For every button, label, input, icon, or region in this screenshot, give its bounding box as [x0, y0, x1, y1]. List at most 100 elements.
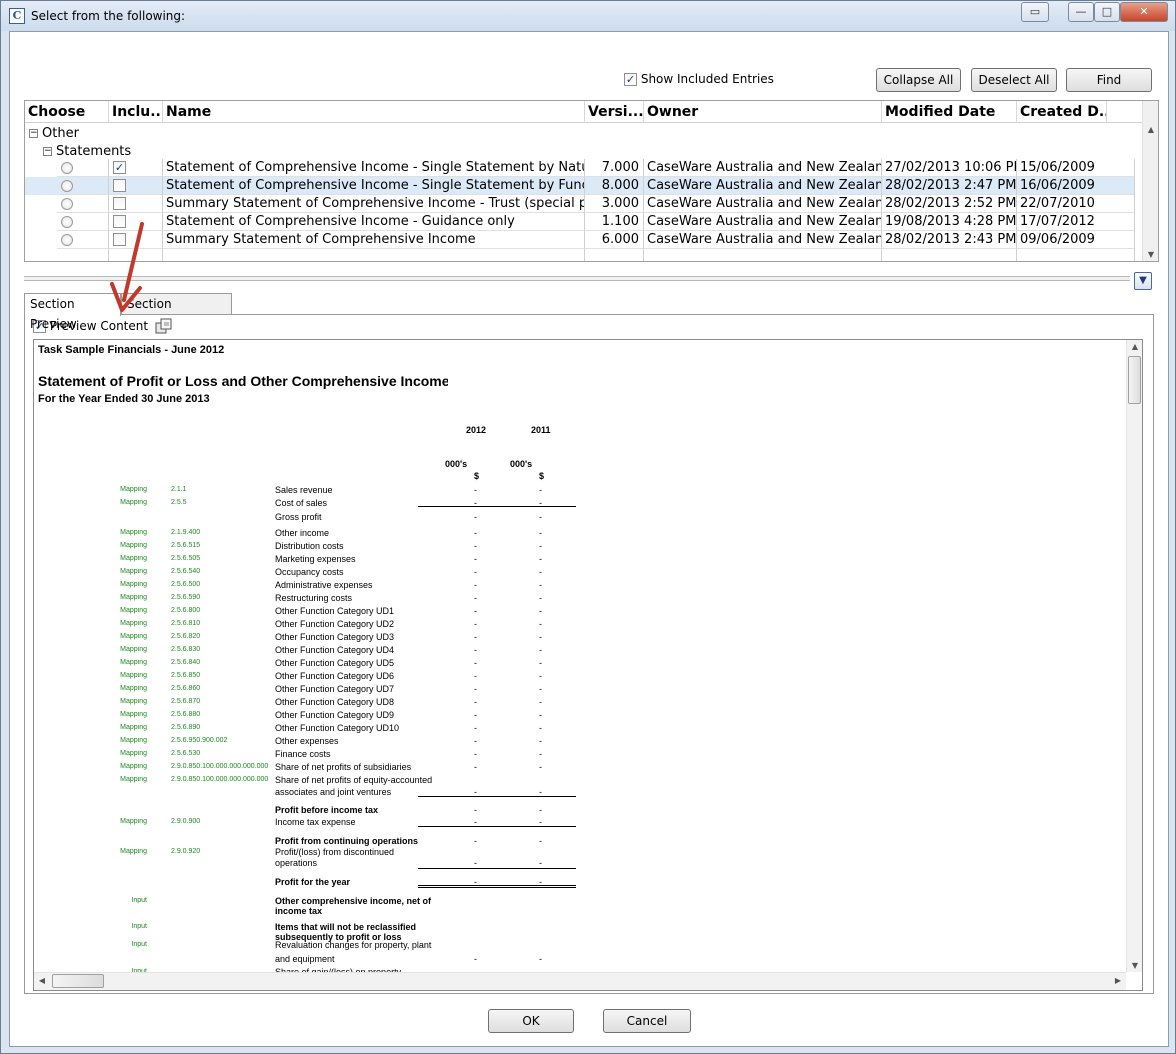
total-rule — [418, 796, 576, 797]
mapping-tag[interactable]: Mapping — [117, 529, 147, 536]
mapping-tag[interactable]: Mapping — [117, 724, 147, 731]
radio-button[interactable] — [61, 233, 73, 246]
grid-row[interactable]: Statement of Comprehensive Income - Sing… — [25, 177, 1135, 195]
preview-hscroll-thumb[interactable] — [52, 974, 104, 988]
mapping-tag[interactable]: Mapping — [117, 607, 147, 614]
mapping-tag[interactable]: Mapping — [117, 646, 147, 653]
col-included[interactable]: Inclu... — [109, 101, 163, 123]
value-2011: - — [539, 485, 542, 495]
row-included-checkbox[interactable] — [109, 177, 163, 195]
minimize-button[interactable]: — — [1068, 2, 1094, 22]
row-choose-radio[interactable] — [57, 195, 109, 213]
mapping-tag[interactable]: Mapping — [117, 633, 147, 640]
radio-button[interactable] — [61, 215, 73, 228]
ok-button[interactable]: OK — [488, 1009, 574, 1033]
mapping-tag[interactable]: Mapping — [117, 750, 147, 757]
close-window-button[interactable]: ✕ — [1120, 2, 1168, 22]
mapping-tag[interactable]: Mapping — [117, 581, 147, 588]
mapping-tag[interactable]: Mapping — [117, 698, 147, 705]
line-item-label: Other Function Category UD3 — [275, 632, 395, 642]
scroll-down-icon[interactable]: ▼ — [1143, 250, 1158, 259]
mapping-code: 2.9.0.900 — [171, 818, 201, 825]
mapping-tag[interactable]: Input — [117, 923, 147, 930]
mapping-tag[interactable]: Mapping — [117, 672, 147, 679]
find-button[interactable]: Find — [1066, 68, 1152, 92]
value-2012: - — [474, 697, 477, 707]
scroll-up-icon[interactable]: ▲ — [1143, 125, 1158, 134]
mapping-tag[interactable]: Mapping — [117, 763, 147, 770]
line-item-label: Finance costs — [275, 749, 331, 759]
scroll-down-icon[interactable]: ▼ — [1127, 961, 1142, 970]
scroll-left-icon[interactable]: ◀ — [34, 976, 50, 985]
mapping-tag[interactable]: Mapping — [117, 776, 147, 783]
value-2011: - — [539, 671, 542, 681]
show-included-toggle[interactable]: ✓ Show Included Entries — [624, 72, 774, 86]
col-owner[interactable]: Owner — [644, 101, 882, 123]
mapping-tag[interactable]: Mapping — [117, 542, 147, 549]
mapping-tag[interactable]: Mapping — [117, 818, 147, 825]
line-item-label: Restructuring costs — [275, 593, 353, 603]
mapping-tag[interactable]: Mapping — [117, 568, 147, 575]
mapping-tag[interactable]: Mapping — [117, 848, 147, 855]
grid-vertical-scrollbar[interactable]: ▲ ▼ — [1142, 101, 1158, 261]
value-2012: - — [474, 567, 477, 577]
row-included-checkbox[interactable] — [109, 195, 163, 213]
mapping-tag[interactable]: Mapping — [117, 594, 147, 601]
expand-panel-icon[interactable]: ▼ — [1134, 272, 1152, 290]
mapping-tag[interactable]: Mapping — [117, 499, 147, 506]
value-2011: - — [539, 580, 542, 590]
scroll-right-icon[interactable]: ▶ — [1110, 976, 1126, 985]
line-item-label: and equipment — [275, 954, 335, 964]
value-2011: - — [539, 710, 542, 720]
collapse-toggle-icon[interactable]: − — [29, 129, 38, 138]
cancel-button[interactable]: Cancel — [603, 1009, 691, 1033]
collapse-all-button[interactable]: Collapse All — [876, 68, 961, 92]
tab-section-preview[interactable]: Section Preview — [24, 293, 121, 331]
included-checkbox[interactable]: ✓ — [113, 161, 126, 174]
preview-vertical-scrollbar[interactable]: ▲ ▼ — [1126, 340, 1142, 972]
included-checkbox[interactable] — [113, 197, 126, 210]
group-other[interactable]: − Other — [29, 125, 79, 143]
col-created-date[interactable]: Created D... — [1017, 101, 1107, 123]
grid-row[interactable]: Summary Statement of Comprehensive Incom… — [25, 195, 1135, 213]
mapping-tag[interactable]: Mapping — [117, 486, 147, 493]
value-2011: - — [539, 606, 542, 616]
row-choose-radio[interactable] — [57, 177, 109, 195]
col-version[interactable]: Versi... — [585, 101, 644, 123]
mapping-tag[interactable]: Mapping — [117, 711, 147, 718]
mapping-tag[interactable]: Mapping — [117, 555, 147, 562]
col-name[interactable]: Name — [163, 101, 585, 123]
grid-row[interactable]: Statement of Comprehensive Income - Guid… — [25, 213, 1135, 231]
grid-row[interactable]: ✓ Statement of Comprehensive Income - Sin… — [25, 159, 1135, 177]
preview-horizontal-scrollbar[interactable]: ◀ ▶ — [34, 972, 1126, 990]
radio-button[interactable] — [61, 197, 73, 210]
collapse-toggle-icon[interactable]: − — [43, 147, 52, 156]
preview-vscroll-thumb[interactable] — [1128, 356, 1141, 404]
grid-row[interactable]: Summary Statement of Comprehensive Incom… — [25, 231, 1135, 249]
value-2012: - — [474, 632, 477, 642]
mapping-tag[interactable]: Input — [117, 941, 147, 948]
radio-button[interactable] — [61, 161, 73, 174]
mapping-tag[interactable]: Mapping — [117, 659, 147, 666]
row-included-checkbox[interactable]: ✓ — [109, 159, 163, 177]
mapping-tag[interactable]: Mapping — [117, 737, 147, 744]
col-choose[interactable]: Choose — [25, 101, 109, 123]
radio-button[interactable] — [61, 179, 73, 192]
mapping-tag[interactable]: Input — [117, 897, 147, 904]
show-included-checkbox[interactable]: ✓ — [624, 73, 637, 86]
scroll-up-icon[interactable]: ▲ — [1127, 342, 1142, 351]
value-2012: - — [474, 645, 477, 655]
pane-splitter[interactable] — [24, 276, 1130, 281]
refresh-preview-icon[interactable] — [155, 318, 173, 334]
row-choose-radio[interactable] — [57, 159, 109, 177]
mapping-tag[interactable]: Mapping — [117, 620, 147, 627]
deselect-all-button[interactable]: Deselect All — [971, 68, 1057, 92]
col-modified-date[interactable]: Modified Date — [882, 101, 1017, 123]
row-choose-radio[interactable] — [57, 213, 109, 231]
maximize-button[interactable]: □ — [1094, 2, 1120, 22]
mapping-tag[interactable]: Mapping — [117, 685, 147, 692]
row-choose-radio[interactable] — [57, 231, 109, 249]
included-checkbox[interactable] — [113, 179, 126, 192]
value-2012: - — [474, 749, 477, 759]
help-window-button[interactable]: ▭ — [1021, 2, 1049, 22]
